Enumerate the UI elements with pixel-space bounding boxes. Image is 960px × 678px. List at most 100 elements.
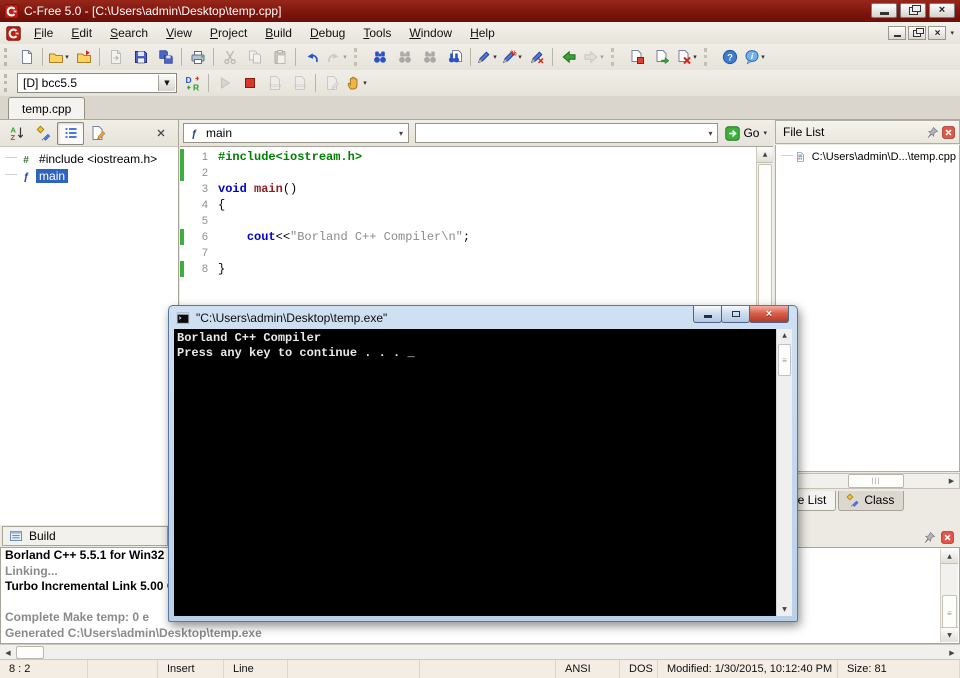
- mdi-minimize-button[interactable]: [888, 26, 907, 40]
- stop-button[interactable]: [237, 72, 262, 94]
- scroll-up-icon[interactable]: ▲: [941, 549, 958, 564]
- tree-item[interactable]: ┄┄ C:\Users\admin\D...\temp.cpp: [776, 148, 959, 165]
- tab-build[interactable]: Build: [2, 526, 168, 546]
- goto-combo[interactable]: ▾: [415, 123, 719, 143]
- about-button[interactable]: i ▾: [742, 46, 767, 68]
- chevron-down-icon[interactable]: ▾: [703, 129, 717, 138]
- minimize-button[interactable]: [871, 3, 897, 18]
- chevron-down-icon[interactable]: ▾: [518, 53, 522, 61]
- close-symbol-panel-button[interactable]: [147, 122, 174, 145]
- menu-help[interactable]: Help: [461, 23, 504, 43]
- code-line[interactable]: 2: [180, 165, 773, 181]
- code-line[interactable]: 8}: [180, 261, 773, 277]
- tab-temp.cpp[interactable]: temp.cpp: [8, 97, 86, 119]
- code-line[interactable]: 4{: [180, 197, 773, 213]
- mdi-restore-button[interactable]: [908, 26, 927, 40]
- close-button[interactable]: ×: [929, 3, 955, 18]
- code-line[interactable]: 3 void main(): [180, 181, 773, 197]
- new-file-button[interactable]: [14, 46, 39, 68]
- go-button[interactable]: Go ▾: [721, 122, 773, 144]
- class-view-button[interactable]: [30, 122, 57, 145]
- scrollbar-thumb[interactable]: |||: [848, 474, 904, 488]
- toggle-bookmark-button[interactable]: ▾: [474, 46, 499, 68]
- reopen-file-button[interactable]: [71, 46, 96, 68]
- goto-bookmark-button[interactable]: % ▾: [499, 46, 524, 68]
- debug-release-toggle-button[interactable]: DR: [180, 72, 205, 94]
- menu-edit[interactable]: Edit: [62, 23, 101, 43]
- menu-tools[interactable]: Tools: [354, 23, 400, 43]
- chevron-down-icon[interactable]: ▾: [363, 79, 367, 87]
- build-configuration-combo[interactable]: [D] bcc5.5 ▼: [17, 73, 177, 93]
- tree-item[interactable]: ┄┄ # #include <iostream.h>: [0, 150, 178, 167]
- pause-button[interactable]: ▾: [344, 72, 369, 94]
- list-view-button[interactable]: [57, 121, 84, 145]
- console-window[interactable]: "C:\Users\admin\Desktop\temp.exe" × Borl…: [168, 305, 798, 622]
- close-panel-button[interactable]: [941, 529, 954, 547]
- code-line[interactable]: 6 cout<<"Borland C++ Compiler\n";: [180, 229, 773, 245]
- menu-project[interactable]: Project: [201, 23, 256, 43]
- find-button[interactable]: [367, 46, 392, 68]
- print-button[interactable]: [185, 46, 210, 68]
- chevron-down-icon[interactable]: ▾: [493, 53, 497, 61]
- help-button[interactable]: ?: [717, 46, 742, 68]
- scrollbar-thumb[interactable]: ≡: [942, 595, 957, 631]
- console-scrollbar[interactable]: ▲ ≡ ▼: [776, 329, 792, 616]
- chevron-down-icon[interactable]: ▾: [761, 53, 765, 61]
- tree-item[interactable]: ┄┄ ƒ main: [0, 167, 178, 184]
- menu-file[interactable]: File: [25, 23, 62, 43]
- code-line[interactable]: 1 #include<iostream.h>: [180, 149, 773, 165]
- scroll-down-icon[interactable]: ▼: [777, 603, 792, 616]
- file-list-horizontal-scrollbar[interactable]: ||| ▶: [775, 473, 960, 489]
- chevron-down-icon[interactable]: ▾: [693, 53, 697, 61]
- scrollbar-thumb[interactable]: [758, 164, 772, 316]
- scroll-right-icon[interactable]: ▶: [944, 477, 959, 485]
- navigate-back-button[interactable]: [556, 46, 581, 68]
- chevron-down-icon[interactable]: ▾: [763, 129, 767, 137]
- toolbar-overflow-caret[interactable]: ▾: [950, 29, 954, 37]
- scroll-down-icon[interactable]: ▼: [941, 627, 958, 642]
- chevron-down-icon[interactable]: ▾: [343, 53, 347, 61]
- toolbar-grip[interactable]: [4, 74, 9, 92]
- toolbar-grip[interactable]: [4, 48, 9, 66]
- menu-view[interactable]: View: [157, 23, 201, 43]
- view-options-button[interactable]: [84, 122, 111, 145]
- save-all-button[interactable]: [153, 46, 178, 68]
- code-line[interactable]: 7: [180, 245, 773, 261]
- undo-button[interactable]: [299, 46, 324, 68]
- chevron-down-icon[interactable]: ▾: [600, 53, 604, 61]
- save-button[interactable]: [128, 46, 153, 68]
- console-minimize-button[interactable]: [693, 306, 722, 323]
- pin-button[interactable]: [923, 529, 936, 547]
- menu-build[interactable]: Build: [256, 23, 301, 43]
- build-horizontal-scrollbar[interactable]: ◀ ▶: [0, 644, 960, 660]
- chevron-down-icon[interactable]: ▾: [65, 53, 69, 61]
- find-in-files-button[interactable]: [442, 46, 467, 68]
- console-maximize-button[interactable]: [721, 306, 750, 323]
- mdi-close-button[interactable]: ×: [928, 26, 947, 40]
- sort-symbols-button[interactable]: AZ: [3, 122, 30, 145]
- menu-search[interactable]: Search: [101, 23, 157, 43]
- scroll-up-icon[interactable]: ▲: [777, 329, 792, 342]
- combo-dropdown-button[interactable]: ▼: [158, 75, 175, 91]
- console-close-button[interactable]: ×: [749, 306, 789, 323]
- scrollbar-thumb[interactable]: ≡: [778, 344, 791, 376]
- menu-window[interactable]: Window: [400, 23, 461, 43]
- rebuild-all-button[interactable]: ▾: [674, 46, 699, 68]
- function-combo[interactable]: ƒ main ▾: [183, 123, 409, 143]
- close-panel-button[interactable]: [939, 125, 955, 139]
- pin-button[interactable]: [923, 125, 939, 139]
- scrollbar-thumb[interactable]: [16, 646, 44, 659]
- tab-class[interactable]: Class: [838, 491, 905, 511]
- scroll-up-icon[interactable]: ▲: [757, 147, 773, 163]
- build-vertical-scrollbar[interactable]: ▲ ≡ ▼: [940, 549, 958, 642]
- build-file-button[interactable]: [649, 46, 674, 68]
- code-line[interactable]: 5: [180, 213, 773, 229]
- chevron-down-icon[interactable]: ▾: [394, 129, 408, 138]
- restore-button[interactable]: [900, 3, 926, 18]
- scroll-right-icon[interactable]: ▶: [944, 649, 960, 657]
- clear-bookmarks-button[interactable]: [524, 46, 549, 68]
- compile-button[interactable]: [624, 46, 649, 68]
- scroll-left-icon[interactable]: ◀: [0, 649, 16, 657]
- menu-debug[interactable]: Debug: [301, 23, 354, 43]
- open-file-button[interactable]: ▾: [46, 46, 71, 68]
